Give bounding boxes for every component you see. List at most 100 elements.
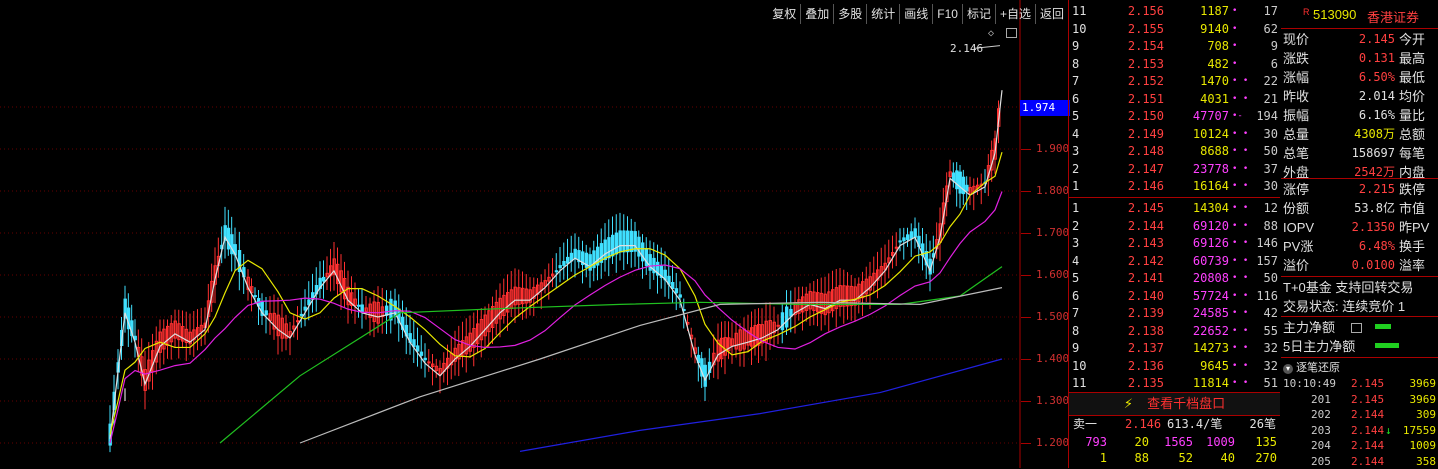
trade-vol: 358 (1416, 454, 1436, 469)
ask-level-row[interactable]: 42.14910124• •30 (1069, 125, 1280, 144)
bid-level: 6 (1072, 287, 1079, 306)
bid-level-row[interactable]: 52.14120808• •50 (1069, 269, 1280, 288)
info-key: 振幅 (1283, 106, 1309, 125)
bid-level-row[interactable]: 102.1369645• •32 (1069, 357, 1280, 376)
y-tick-label: 1.500 (1036, 310, 1069, 323)
ask-level: 1 (1072, 177, 1079, 196)
candle-body (615, 233, 617, 254)
trade-vol: 17559 (1403, 423, 1436, 439)
diamond-icon[interactable]: ◇ (988, 28, 994, 39)
ask-price: 2.148 (1109, 142, 1164, 161)
trade-price: 2.144 (1351, 423, 1384, 439)
trade-row: 2042.1441009 (1281, 438, 1438, 454)
ask-price: 2.146 (1109, 177, 1164, 196)
bid-level-row[interactable]: 22.14469120• •88 (1069, 217, 1280, 236)
info-row: IOPV2.1350昨PV (1283, 218, 1438, 237)
ask-level-row[interactable]: 82.153482•6 (1069, 55, 1280, 74)
bid-level-row[interactable]: 12.14514304• •12 (1069, 199, 1280, 218)
bid-price: 2.143 (1109, 234, 1164, 253)
stock-name: 香港证券 (1367, 7, 1419, 26)
toolbar-btn-1[interactable]: 叠加 (800, 4, 833, 24)
y-tick-label: 1.700 (1036, 226, 1069, 239)
ask-level-row[interactable]: 12.14616164• •30 (1069, 177, 1280, 196)
bid-level-row[interactable]: 112.13511814• •51 (1069, 374, 1280, 393)
y-tick-label: 1.800 (1036, 184, 1069, 197)
candle-body (428, 362, 430, 363)
ask-level-row[interactable]: 92.154708•9 (1069, 37, 1280, 56)
candle-body (959, 172, 961, 193)
detail-toggle[interactable]: ▾ 逐笔还原 (1283, 359, 1340, 375)
bid-price: 2.144 (1109, 217, 1164, 236)
tick-cell: 1 (1071, 450, 1107, 466)
chart-icon[interactable] (1351, 323, 1362, 333)
ask-level-row[interactable]: 22.14723778• •37 (1069, 160, 1280, 179)
info-row: 昨收2.014均价 (1283, 87, 1438, 106)
bid-level-row[interactable]: 82.13822652• •55 (1069, 322, 1280, 341)
bid-level-row[interactable]: 32.14369126• •146 (1069, 234, 1280, 253)
candle-body (895, 247, 897, 248)
ask-level-row[interactable]: 112.1561187•17 (1069, 2, 1280, 21)
ma250-line (520, 359, 1002, 451)
toolbar-btn-5[interactable]: F10 (932, 4, 962, 24)
candle-body (672, 283, 674, 289)
info-key: PV涨 (1283, 237, 1313, 256)
trade-row: 2012.1453969 (1281, 392, 1438, 408)
bid-level-row[interactable]: 72.13924585• •42 (1069, 304, 1280, 323)
candle-body (956, 171, 958, 189)
bid-price: 2.139 (1109, 304, 1164, 323)
toolbar-btn-3[interactable]: 统计 (866, 4, 899, 24)
window-icon[interactable] (1006, 28, 1017, 38)
tick-cell: 1009 (1199, 434, 1235, 450)
bid-level: 11 (1072, 374, 1086, 393)
y-tick-mark (1021, 317, 1031, 318)
candle-body (966, 185, 968, 191)
candle-body (227, 228, 229, 249)
tick-cell: 135 (1241, 434, 1277, 450)
ask-count: 17 (1264, 2, 1278, 21)
candle-body (903, 238, 905, 241)
trade-detail-list: 10:10:492.14539692012.1453969202 2.144 309… (1281, 376, 1438, 469)
bid-level-row[interactable]: 92.13714273• •32 (1069, 339, 1280, 358)
ask-dots: •- (1232, 107, 1243, 126)
toolbar-btn-0[interactable]: 复权 (768, 4, 800, 24)
ask-level-row[interactable]: 52.15047707•-194 (1069, 107, 1280, 126)
candle-body (604, 240, 606, 260)
trade-row: 2032.144↓17559 (1281, 423, 1438, 439)
trade-row: 10:10:492.1453969 (1281, 376, 1438, 392)
toolbar-btn-4[interactable]: 画线 (899, 4, 932, 24)
bid-level-row[interactable]: 62.14057724• •116 (1069, 287, 1280, 306)
bid-vol: 69120 (1169, 217, 1229, 236)
kline-chart[interactable] (0, 0, 1068, 468)
trade-id: 204 (1311, 438, 1331, 454)
ask-level: 8 (1072, 55, 1079, 74)
ask-level-row[interactable]: 32.1488688• •50 (1069, 142, 1280, 161)
trade-id: 203 (1311, 423, 1331, 439)
candle-body (574, 249, 576, 258)
circle-chevron-icon: ▾ (1283, 364, 1293, 374)
trade-id: 202 (1311, 407, 1331, 423)
bid-count: 51 (1264, 374, 1278, 393)
info-key: IOPV (1283, 218, 1314, 237)
info-key: 总量 (1283, 125, 1309, 144)
tick-label: 卖一 (1073, 414, 1097, 434)
ask-level-row[interactable]: 102.1559140•62 (1069, 20, 1280, 39)
toolbar-btn-2[interactable]: 多股 (833, 4, 866, 24)
ask-level-row[interactable]: 72.1521470• •22 (1069, 72, 1280, 91)
chart-toolbar: 复权叠加多股统计画线F10标记+自选返回 (768, 4, 1068, 24)
ask-level-row[interactable]: 62.1514031• •21 (1069, 90, 1280, 109)
y-tick-mark (1021, 443, 1031, 444)
trade-id: 10:10:49 (1283, 376, 1336, 392)
info-row: PV涨6.48%换手 (1283, 237, 1438, 256)
toolbar-btn-8[interactable]: 返回 (1035, 4, 1068, 24)
info-value: 0.0100 (1317, 256, 1395, 275)
bid-dots: • • (1232, 339, 1248, 358)
candle-body (417, 346, 419, 351)
ask-count: 30 (1264, 125, 1278, 144)
bid-level-row[interactable]: 42.14260739• •157 (1069, 252, 1280, 271)
bid-level: 5 (1072, 269, 1079, 288)
toolbar-btn-6[interactable]: 标记 (962, 4, 995, 24)
toolbar-btn-7[interactable]: +自选 (995, 4, 1035, 24)
ask-count: 50 (1264, 142, 1278, 161)
qian-dang-button[interactable]: ⚡查看千档盘口 (1069, 392, 1280, 416)
trade-vol: 309 (1416, 407, 1436, 423)
